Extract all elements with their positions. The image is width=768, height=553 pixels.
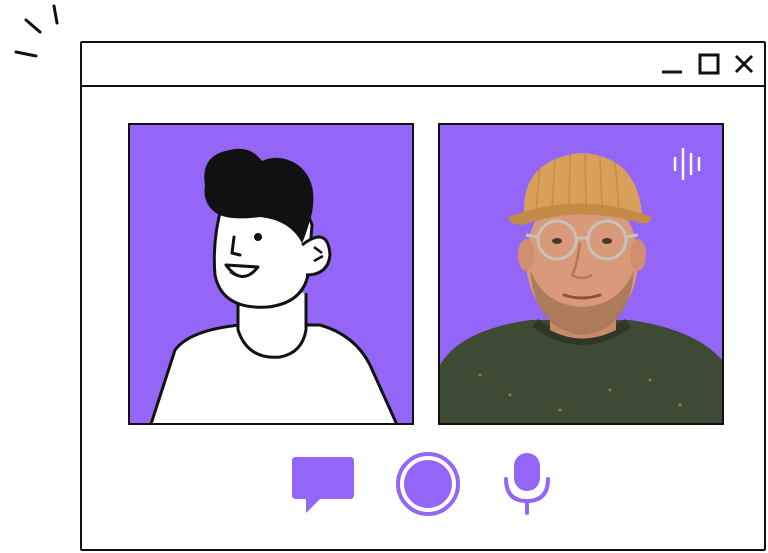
- minimize-icon[interactable]: [661, 53, 683, 75]
- cartoon-avatar: [149, 148, 398, 423]
- record-icon[interactable]: [395, 451, 461, 517]
- participant-tile-video[interactable]: [438, 123, 724, 425]
- chat-icon[interactable]: [290, 455, 356, 515]
- spark-lines-decoration: [14, 4, 59, 58]
- window-titlebar: [82, 43, 764, 87]
- video-call-window: [80, 41, 766, 551]
- participant-tile-avatar[interactable]: [128, 123, 414, 425]
- microphone-icon[interactable]: [502, 451, 552, 515]
- close-icon[interactable]: [733, 53, 755, 75]
- sound-wave-icon: [673, 147, 701, 181]
- maximize-icon[interactable]: [698, 53, 720, 75]
